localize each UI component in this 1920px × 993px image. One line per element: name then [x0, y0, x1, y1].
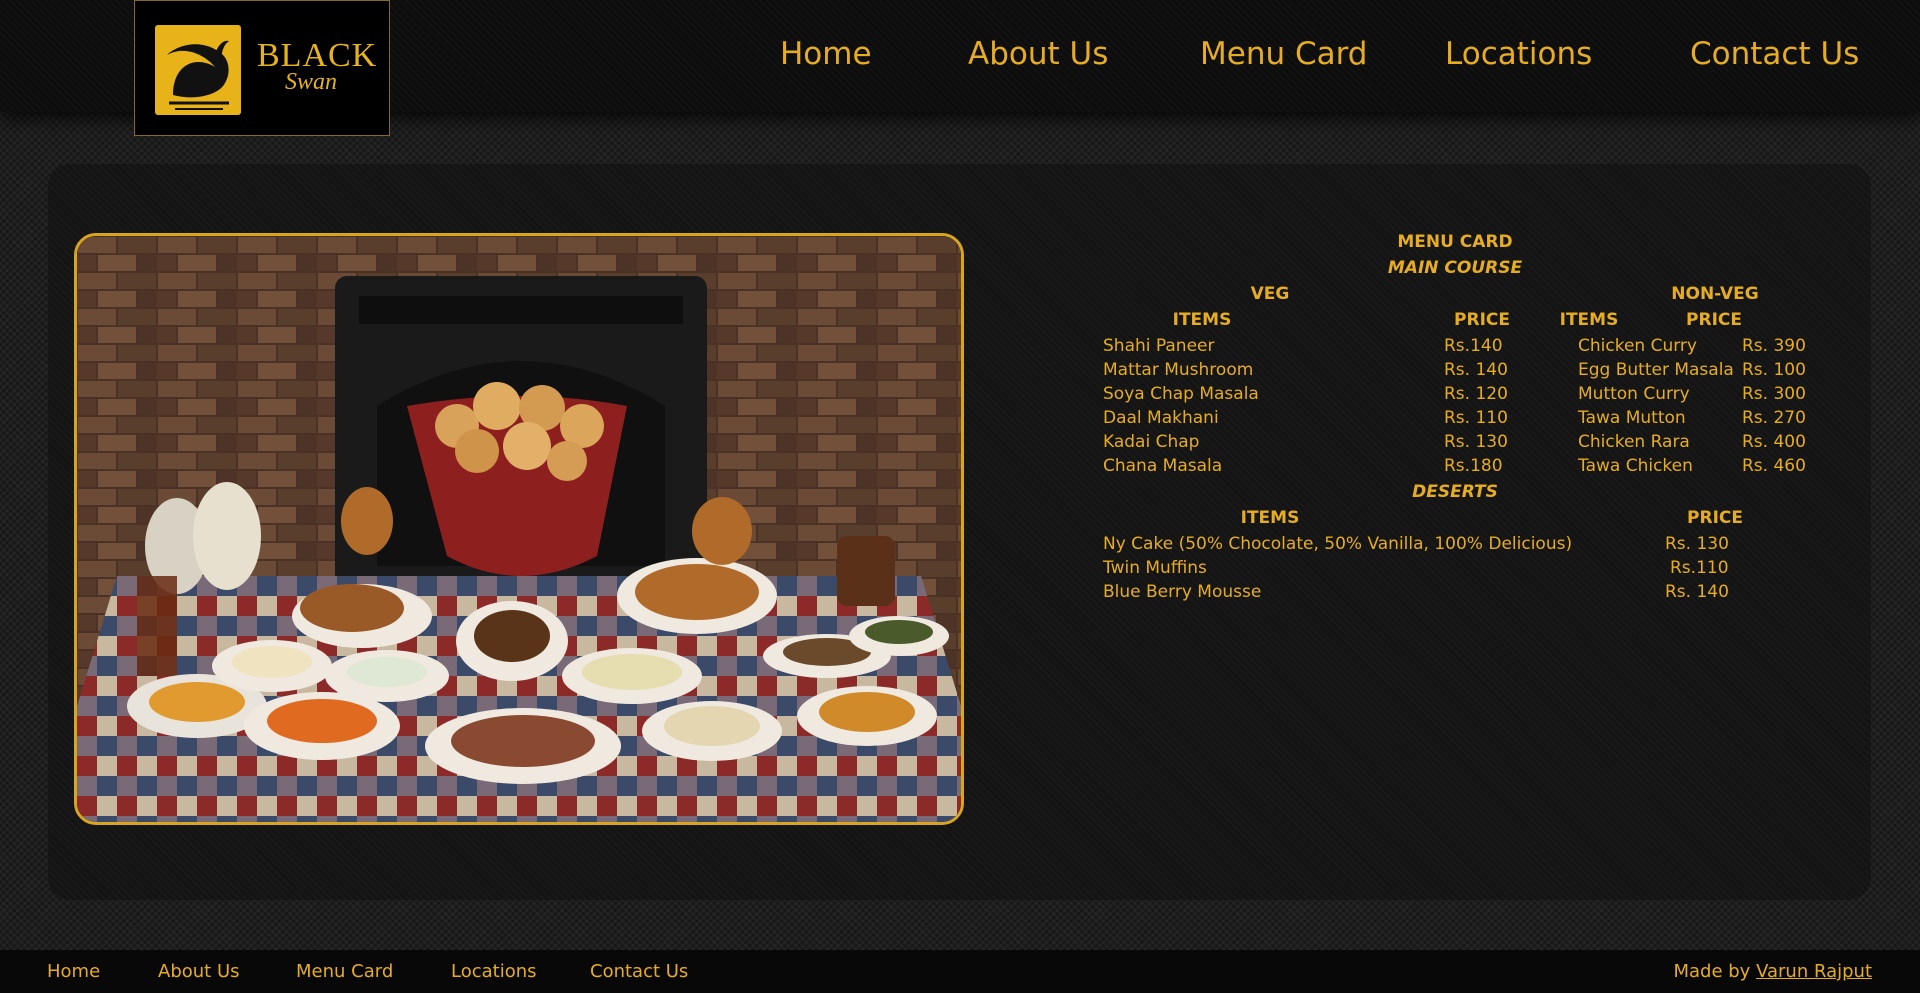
veg-item: Soya Chap Masala	[1103, 384, 1259, 404]
swan-icon	[155, 25, 241, 115]
veg-item: Daal Makhani	[1103, 408, 1219, 428]
deserts-heading: DESERTS	[1412, 482, 1498, 502]
nav-home[interactable]: Home	[780, 36, 872, 72]
food-photo	[74, 233, 964, 825]
brand-logo[interactable]: BLACK Swan	[134, 0, 390, 136]
nonveg-heading: NON-VEG	[1671, 284, 1759, 304]
nonveg-item: Tawa Mutton	[1578, 408, 1686, 428]
nonveg-price-header: PRICE	[1686, 310, 1742, 330]
veg-price: Rs.140	[1444, 336, 1503, 356]
footer-about-us[interactable]: About Us	[158, 961, 240, 982]
desert-item: Twin Muffins	[1103, 558, 1207, 578]
footer-home[interactable]: Home	[47, 961, 100, 982]
veg-item: Kadai Chap	[1103, 432, 1200, 452]
nonveg-price: Rs. 400	[1742, 432, 1806, 452]
nonveg-price: Rs. 100	[1742, 360, 1806, 380]
nonveg-item: Mutton Curry	[1578, 384, 1690, 404]
veg-price: Rs. 120	[1444, 384, 1508, 404]
nonveg-item: Egg Butter Masala	[1578, 360, 1734, 380]
veg-item: Shahi Paneer	[1103, 336, 1215, 356]
desert-item: Blue Berry Mousse	[1103, 582, 1262, 602]
nonveg-items-header: ITEMS	[1559, 310, 1619, 330]
footer-menu-card[interactable]: Menu Card	[296, 961, 393, 982]
veg-item: Mattar Mushroom	[1103, 360, 1254, 380]
nonveg-item: Chicken Curry	[1578, 336, 1697, 356]
nonveg-item: Chicken Rara	[1578, 432, 1690, 452]
nav-contact-us[interactable]: Contact Us	[1690, 36, 1859, 72]
desert-price: Rs. 130	[1665, 534, 1729, 554]
footer-contact-us[interactable]: Contact Us	[590, 961, 688, 982]
veg-price: Rs. 130	[1444, 432, 1508, 452]
veg-heading: VEG	[1250, 284, 1290, 304]
nav-locations[interactable]: Locations	[1445, 36, 1592, 72]
veg-price: Rs. 140	[1444, 360, 1508, 380]
nonveg-item: Tawa Chicken	[1578, 456, 1693, 476]
credit: Made by Varun Rajput	[1673, 961, 1872, 982]
desert-price: Rs.110	[1670, 558, 1729, 578]
veg-price: Rs. 110	[1444, 408, 1508, 428]
menu-title: MENU CARD	[1397, 232, 1513, 252]
nonveg-price: Rs. 300	[1742, 384, 1806, 404]
nav-about-us[interactable]: About Us	[968, 36, 1108, 72]
veg-price: Rs.180	[1444, 456, 1503, 476]
site-header: BLACK Swan Home About Us Menu Card Locat…	[0, 0, 1920, 136]
nav-menu-card[interactable]: Menu Card	[1200, 36, 1368, 72]
veg-item: Chana Masala	[1103, 456, 1223, 476]
site-footer: Home About Us Menu Card Locations Contac…	[0, 950, 1920, 993]
nonveg-price: Rs. 460	[1742, 456, 1806, 476]
deserts-items-header: ITEMS	[1240, 508, 1300, 528]
credit-author-link[interactable]: Varun Rajput	[1756, 961, 1872, 982]
brand-script: Swan	[285, 69, 338, 95]
footer-locations[interactable]: Locations	[451, 961, 537, 982]
desert-item: Ny Cake (50% Chocolate, 50% Vanilla, 100…	[1103, 534, 1573, 554]
main-course-heading: MAIN COURSE	[1387, 258, 1523, 278]
desert-price: Rs. 140	[1665, 582, 1729, 602]
deserts-price-header: PRICE	[1687, 508, 1743, 528]
nonveg-price: Rs. 390	[1742, 336, 1806, 356]
veg-price-header: PRICE	[1454, 310, 1510, 330]
veg-items-header: ITEMS	[1172, 310, 1232, 330]
credit-prefix: Made by	[1673, 961, 1751, 982]
nonveg-price: Rs. 270	[1742, 408, 1806, 428]
